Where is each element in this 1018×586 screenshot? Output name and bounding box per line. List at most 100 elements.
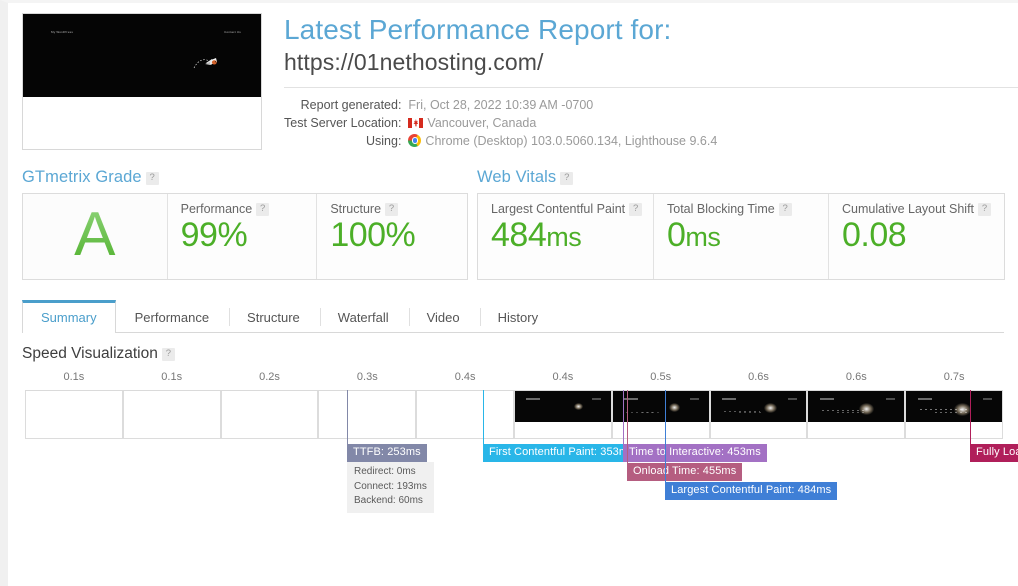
filmstrip-frame[interactable]	[318, 391, 417, 439]
meta-row-location: Test Server Location: Vancouver, Canada	[284, 114, 717, 132]
help-icon-gtmetrix-grade[interactable]: ?	[145, 172, 159, 185]
screenshot-hero-banner: My WordPress Contact Us	[23, 14, 261, 97]
help-icon-performance[interactable]: ?	[256, 203, 270, 216]
metric-lcp-label: Largest Contentful Paint?	[491, 202, 643, 216]
metric-cumulative-layout-shift: Cumulative Layout Shift? 0.08	[829, 194, 1004, 279]
web-vitals-section: Web Vitals? Largest Contentful Paint? 48…	[477, 168, 1005, 280]
meta-value-using-text: Chrome (Desktop) 103.0.5060.134, Lightho…	[425, 133, 718, 148]
metric-lcp-number: 484	[491, 216, 547, 254]
event-label-first-contentful-paint[interactable]: First Contentful Paint: 353ms	[483, 444, 640, 462]
frame-trail	[934, 412, 968, 413]
filmstrip-frame-screenshot	[710, 391, 807, 422]
filmstrip-frame[interactable]	[709, 391, 808, 439]
metric-structure-label: Structure?	[330, 202, 455, 216]
speed-visualization: 0.1s 0.1s 0.2s 0.3s 0.4s 0.4s 0.5s 0.6s 0.6s 0.7s…	[22, 371, 1018, 513]
header-divider	[284, 86, 1018, 88]
tab-summary[interactable]: Summary	[22, 300, 116, 333]
meta-value-using: Chrome (Desktop) 103.0.5060.134, Lightho…	[408, 132, 717, 150]
web-vitals-heading-text: Web Vitals	[477, 168, 557, 186]
tab-waterfall[interactable]: Waterfall	[319, 300, 408, 333]
report-title-block: Latest Performance Report for: https://0…	[262, 13, 1018, 150]
filmstrip-frame[interactable]	[122, 391, 221, 439]
filmstrip-frame[interactable]	[905, 391, 1003, 439]
metric-structure-label-text: Structure	[330, 202, 382, 216]
help-icon-tbt[interactable]: ?	[778, 203, 792, 216]
timeline-tick: 0.5s	[650, 371, 672, 383]
frame-bird-glow	[574, 403, 584, 410]
filmstrip-frame[interactable]	[514, 391, 612, 439]
help-icon-lcp[interactable]: ?	[629, 203, 643, 216]
help-icon-cls[interactable]: ?	[978, 203, 992, 216]
frame-trail	[837, 412, 865, 413]
event-marker-line-fully-loaded-time	[970, 390, 971, 444]
meta-label-generated: Report generated:	[300, 97, 402, 112]
report-url[interactable]: https://01nethosting.com/	[284, 48, 1018, 78]
metric-tbt-number: 0	[667, 216, 686, 254]
tab-performance[interactable]: Performance	[116, 300, 228, 333]
canada-flag-icon	[408, 117, 424, 128]
timeline-tick: 0.4s	[454, 371, 476, 383]
metric-cls-label: Cumulative Layout Shift?	[842, 202, 992, 216]
metric-performance-label-text: Performance	[180, 202, 253, 216]
event-detail-row: Backend: 60ms	[354, 495, 423, 506]
timeline-tick: 0.6s	[845, 371, 867, 383]
event-label-time-to-interactive[interactable]: Time to Interactive: 453ms	[623, 444, 767, 462]
thumbnail-nav-left: My WordPress	[51, 30, 74, 34]
metric-performance: Performance? 99%	[167, 194, 318, 279]
report-header: My WordPress Contact Us Latest Performan…	[22, 3, 1018, 150]
grade-letter: A	[74, 199, 116, 269]
tab-structure[interactable]: Structure	[228, 300, 319, 333]
event-marker-line-time-to-interactive	[623, 390, 624, 444]
gtmetrix-grade-section: GTmetrix Grade? A Performance? 99% Struc…	[22, 168, 468, 280]
event-details-ttfb: Redirect: 0ms Connect: 193ms Backend: 60ms	[347, 462, 434, 513]
report-tabs[interactable]: Summary Performance Structure Waterfall Vide…	[22, 300, 1004, 333]
event-label-ttfb[interactable]: TTFB: 253ms	[347, 444, 427, 462]
report-page: My WordPress Contact Us Latest Performan…	[0, 0, 1018, 586]
metric-performance-label: Performance?	[181, 202, 305, 216]
gtmetrix-grade-heading-text: GTmetrix Grade	[22, 168, 142, 186]
frame-bird-glow	[764, 403, 778, 413]
filmstrip-frame[interactable]	[807, 391, 906, 439]
frame-trail	[821, 410, 866, 411]
timeline-tick: 0.3s	[356, 371, 378, 383]
metric-tbt-unit: ms	[685, 222, 721, 252]
help-icon-structure[interactable]: ?	[385, 203, 399, 216]
frame-trail	[641, 412, 660, 413]
timeline-tick: 0.4s	[552, 371, 574, 383]
event-label-onload-time[interactable]: Onload Time: 455ms	[627, 463, 743, 481]
event-label-largest-contentful-paint[interactable]: Largest Contentful Paint: 484ms	[665, 482, 838, 500]
page-screenshot-thumbnail[interactable]: My WordPress Contact Us	[22, 13, 262, 150]
speed-visualization-heading-text: Speed Visualization	[22, 345, 158, 362]
help-icon-speed-visualization[interactable]: ?	[161, 348, 175, 361]
timeline-tick: 0.6s	[748, 371, 769, 383]
frame-trail	[919, 409, 972, 410]
tab-history[interactable]: History	[479, 300, 557, 333]
scores-row: GTmetrix Grade? A Performance? 99% Struc…	[22, 168, 1018, 280]
gtmetrix-grade-heading: GTmetrix Grade?	[22, 168, 468, 187]
filmstrip-frame-screenshot	[808, 391, 905, 422]
meta-value-location-text: Vancouver, Canada	[427, 115, 537, 130]
filmstrip-frame[interactable]	[25, 391, 123, 439]
event-detail-row: Redirect: 0ms	[354, 466, 416, 477]
event-detail-row: Connect: 193ms	[354, 480, 427, 492]
event-marker-line-onload-time	[627, 390, 628, 463]
event-label-fully-loaded-time[interactable]: Fully Loaded Time: 708ms	[970, 444, 1018, 462]
web-vitals-heading: Web Vitals?	[477, 168, 1005, 187]
metric-tbt-label-text: Total Blocking Time	[667, 202, 775, 216]
gtmetrix-grade-box: A Performance? 99% Structure? 100%	[22, 193, 468, 280]
tab-video[interactable]: Video	[408, 300, 479, 333]
filmstrip	[25, 390, 1003, 439]
meta-value-location: Vancouver, Canada	[408, 114, 717, 132]
filmstrip-frame[interactable]	[220, 391, 319, 439]
meta-row-using: Using: Chrome (Desktop) 103.0.5060.134, …	[284, 132, 717, 150]
page-title: Latest Performance Report for:	[284, 14, 672, 45]
web-vitals-box: Largest Contentful Paint? 484ms Total Bl…	[477, 193, 1005, 280]
filmstrip-frame[interactable]	[416, 391, 514, 439]
help-icon-web-vitals[interactable]: ?	[560, 172, 574, 185]
metric-total-blocking-time: Total Blocking Time? 0ms	[654, 194, 829, 279]
metric-lcp-unit: ms	[546, 222, 582, 252]
filmstrip-frame-screenshot	[515, 391, 611, 422]
event-marker-line-largest-contentful-paint	[665, 390, 666, 482]
frame-bird-glow	[669, 403, 681, 412]
timeline-tick: 0.2s	[259, 371, 280, 383]
